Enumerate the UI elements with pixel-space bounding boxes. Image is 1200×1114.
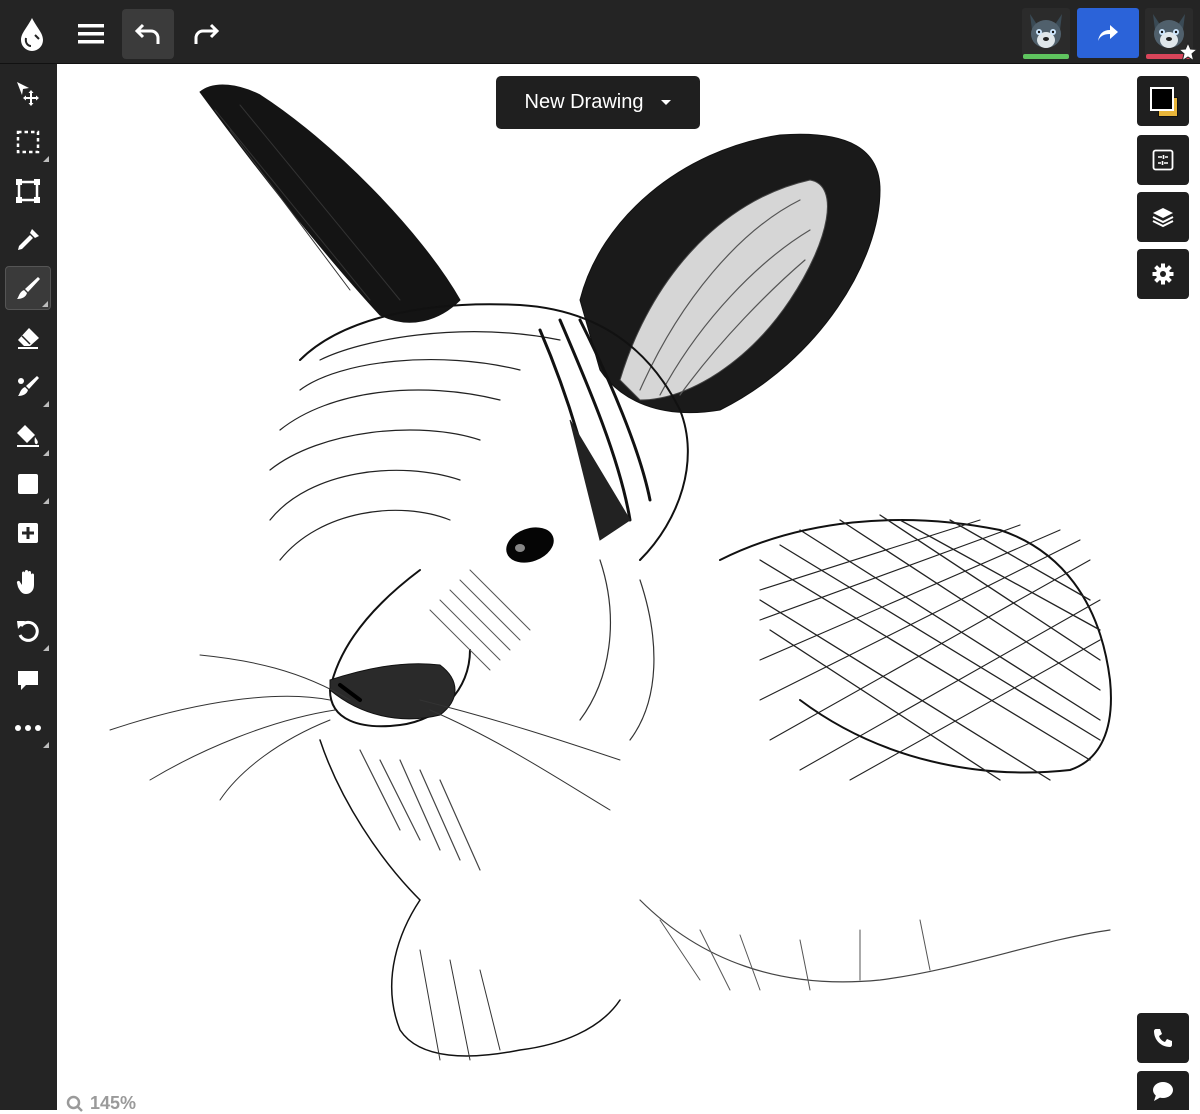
marquee-icon [16, 130, 40, 154]
gear-icon [1152, 263, 1174, 285]
eyedropper-icon [18, 229, 39, 250]
top-toolbar [0, 0, 1200, 64]
move-icon [17, 82, 39, 106]
star-icon [1178, 42, 1198, 62]
undo-button[interactable] [122, 9, 174, 59]
rabbit-sketch [109, 84, 1112, 1061]
document-title: New Drawing [524, 91, 644, 113]
redo-icon [194, 23, 220, 44]
primary-color-swatch [1150, 87, 1174, 111]
shape-tool[interactable] [5, 462, 51, 506]
user-avatar-1[interactable] [1022, 8, 1070, 56]
call-button[interactable] [1137, 1013, 1189, 1063]
rotate-icon [17, 620, 39, 642]
chat-icon [1153, 1081, 1173, 1101]
speech-bubble-icon [18, 671, 38, 690]
select-tool[interactable] [5, 120, 51, 164]
eyedropper-tool[interactable] [5, 218, 51, 262]
transform-icon [16, 179, 40, 203]
share-icon [1098, 25, 1118, 41]
zoom-indicator[interactable]: 145% [66, 1093, 136, 1114]
more-tools[interactable] [5, 706, 51, 750]
layers-button[interactable] [1137, 192, 1189, 242]
adjustments-button[interactable] [1137, 135, 1189, 185]
layers-icon [1152, 208, 1174, 228]
document-title-dropdown[interactable]: New Drawing [496, 76, 700, 129]
hamburger-icon[interactable] [65, 9, 117, 59]
transform-tool[interactable] [5, 169, 51, 213]
phone-icon [1154, 1029, 1172, 1047]
droplet-icon[interactable] [6, 9, 58, 59]
tool-sidebar [0, 64, 57, 1110]
ellipsis-icon [15, 725, 41, 731]
comment-tool[interactable] [5, 658, 51, 702]
adjustments-icon [1152, 149, 1174, 171]
move-tool[interactable] [5, 71, 51, 115]
redo-button[interactable] [180, 9, 232, 59]
add-tool[interactable] [5, 511, 51, 555]
undo-icon [134, 23, 160, 44]
chevron-down-icon [661, 100, 672, 105]
settings-button[interactable] [1137, 249, 1189, 299]
hand-tool[interactable] [5, 560, 51, 604]
eraser-icon [18, 328, 39, 349]
square-icon [18, 474, 38, 494]
paint-bucket-icon [17, 425, 39, 447]
color-swatch-button[interactable] [1137, 76, 1189, 126]
wolf-avatar-icon [1030, 14, 1062, 48]
share-button[interactable] [1077, 8, 1139, 58]
user-status-bar-1 [1023, 54, 1069, 59]
chat-button[interactable] [1137, 1071, 1189, 1110]
hand-icon [16, 570, 34, 594]
fill-tool[interactable] [5, 414, 51, 458]
blend-tool[interactable] [5, 365, 51, 409]
zoom-level: 145% [90, 1093, 137, 1113]
drawing-canvas[interactable] [57, 64, 1200, 1110]
plus-square-icon [18, 523, 38, 543]
eraser-tool[interactable] [5, 316, 51, 360]
smudge-icon [18, 376, 39, 396]
brush-tool[interactable] [5, 266, 51, 310]
rotate-tool[interactable] [5, 609, 51, 653]
brush-icon [17, 277, 40, 299]
